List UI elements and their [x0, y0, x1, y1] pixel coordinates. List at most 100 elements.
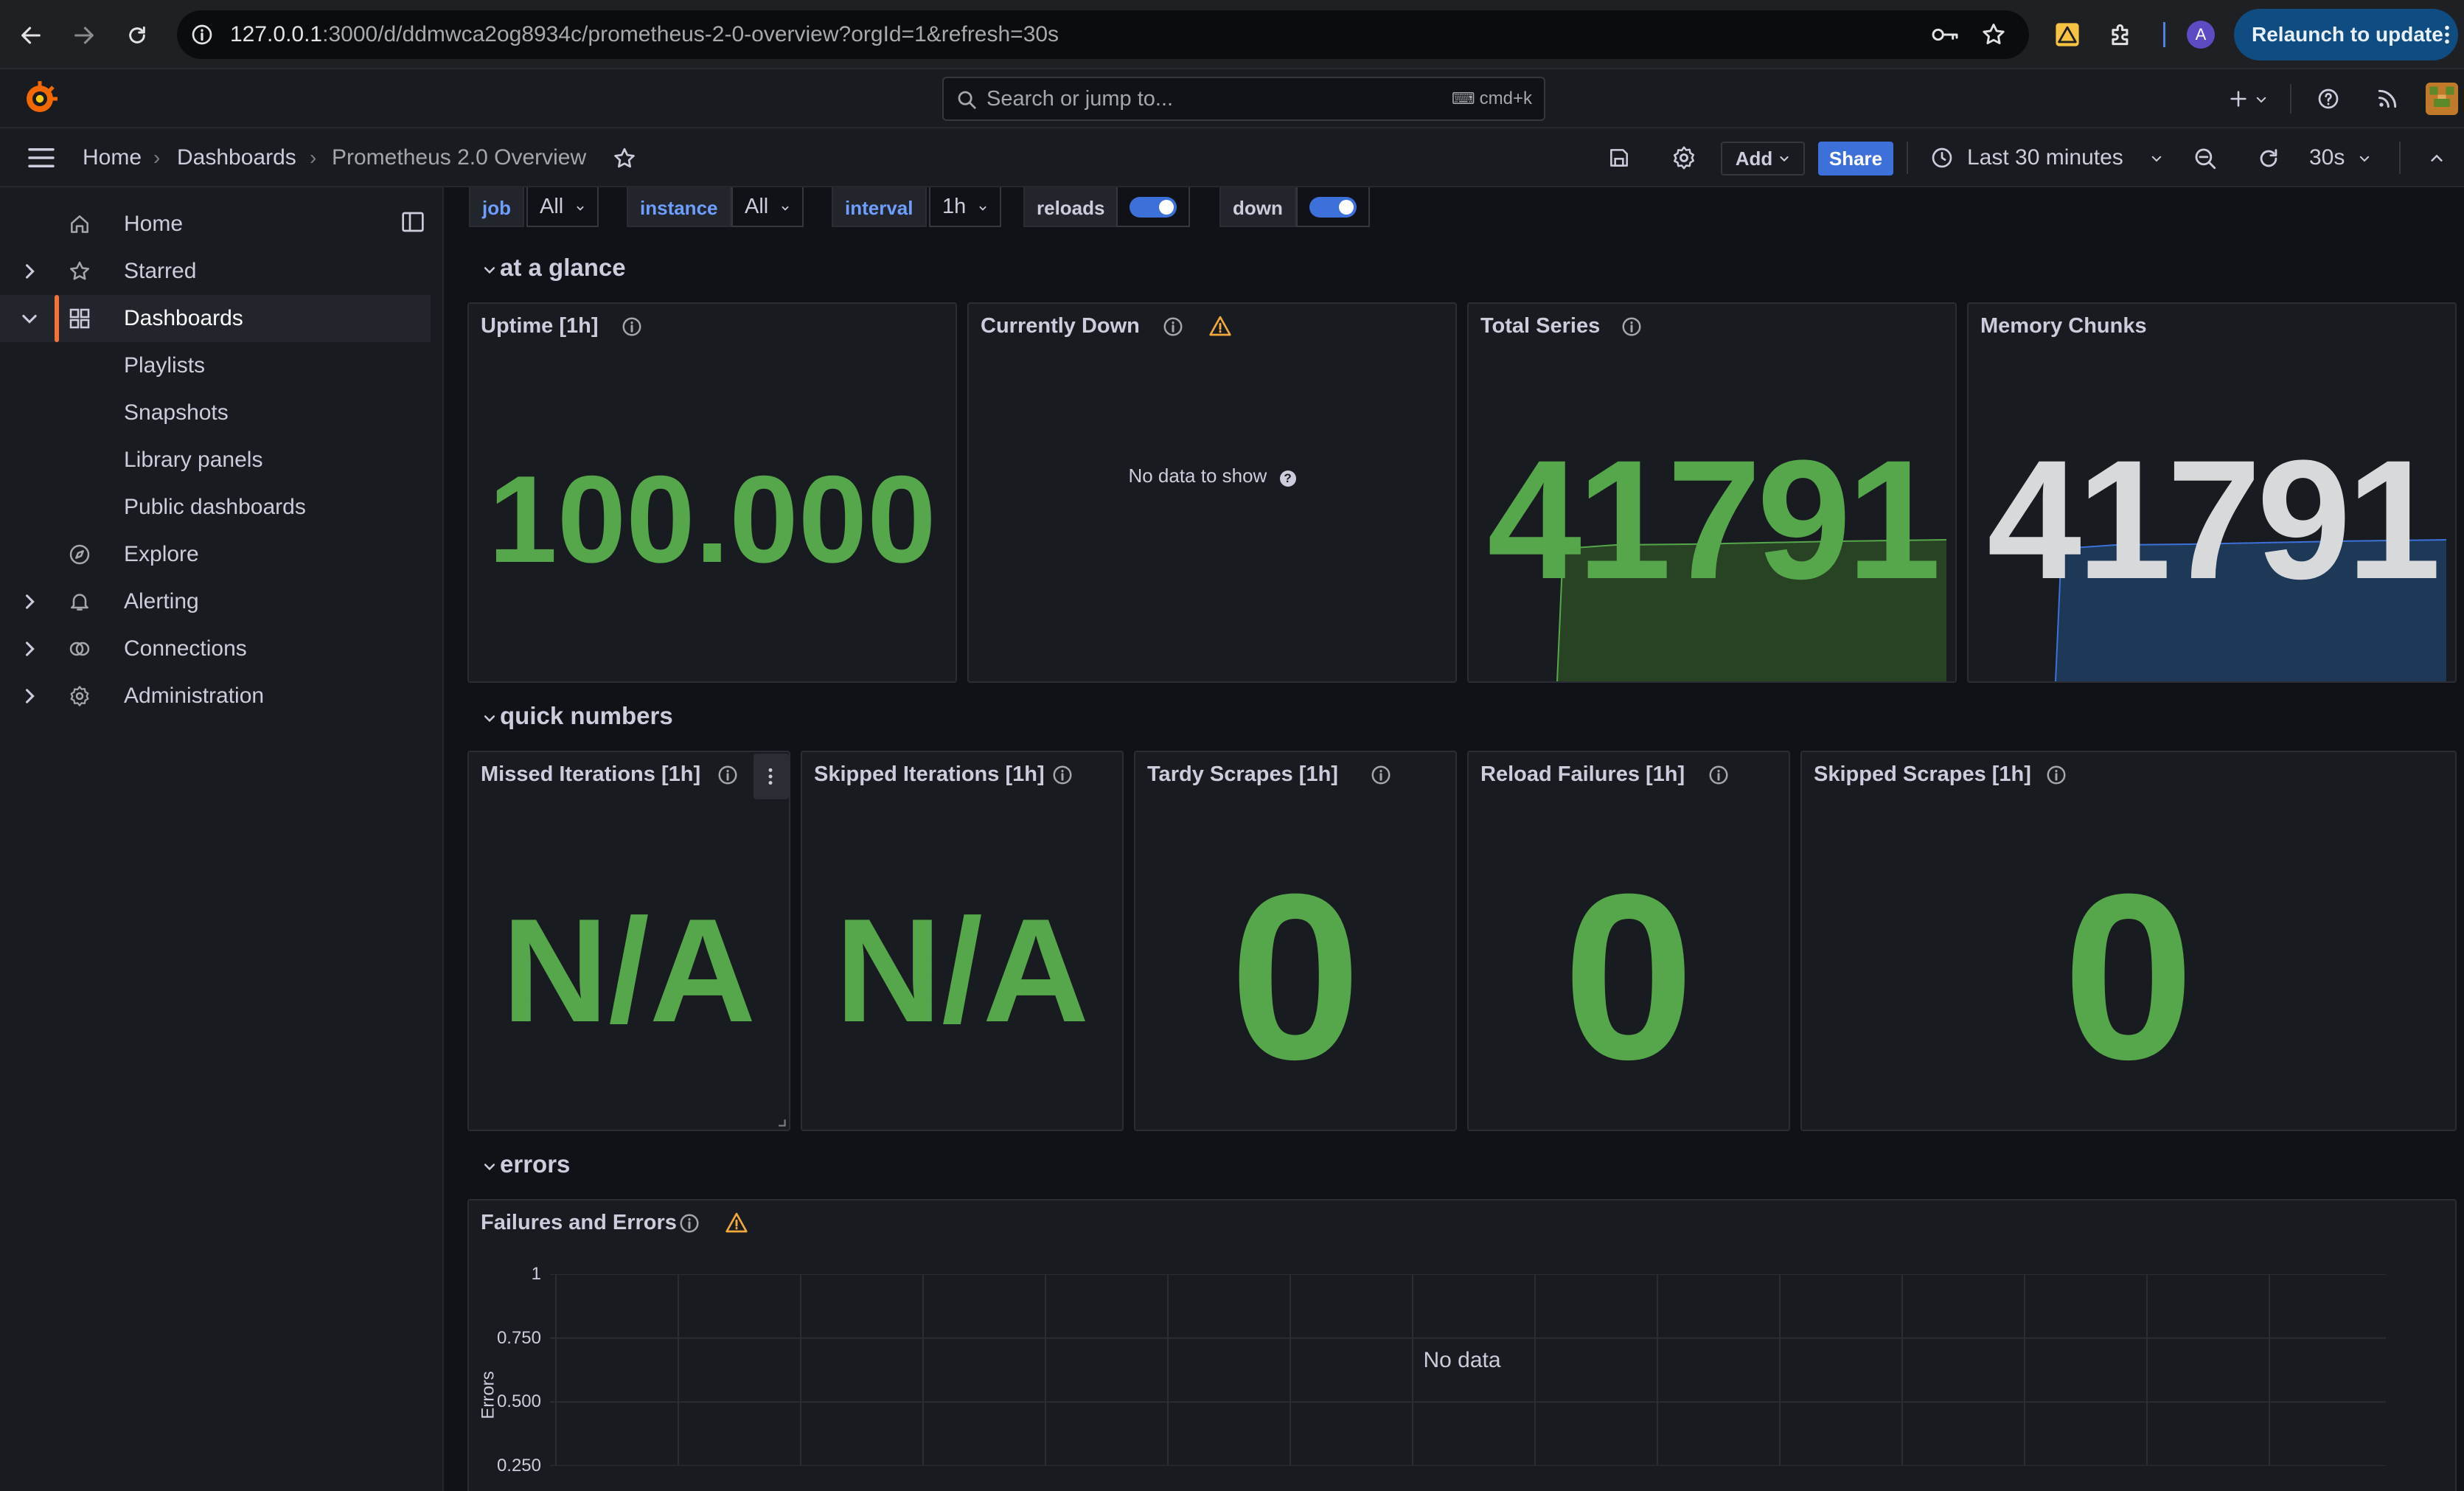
panel-menu-button[interactable]: [754, 754, 789, 799]
sidebar-item-label: Home: [124, 212, 184, 236]
sidebar-item-label: Explore: [124, 542, 199, 566]
profile-avatar[interactable]: A: [2187, 21, 2215, 49]
sidebar-item-starred[interactable]: Starred: [0, 248, 431, 295]
zoom-out-icon[interactable]: [2193, 146, 2218, 171]
sidebar-item-label: Playlists: [124, 353, 206, 378]
panel-skipped-iterations[interactable]: Skipped Iterations [1h] N/A: [801, 751, 1124, 1131]
info-icon[interactable]: [1370, 764, 1392, 786]
chevron-down-icon[interactable]: [19, 308, 40, 329]
resize-handle-icon[interactable]: [776, 1116, 786, 1127]
kebab-menu-icon: [2445, 25, 2449, 44]
breadcrumb-current: Prometheus 2.0 Overview: [332, 145, 587, 170]
chevron-right-icon[interactable]: [19, 686, 40, 706]
grafana-logo-icon[interactable]: [22, 81, 58, 117]
help-icon[interactable]: [2317, 87, 2340, 111]
panel-reload-failures[interactable]: Reload Failures [1h] 0: [1467, 751, 1790, 1131]
breadcrumb-separator-icon: ›: [310, 146, 317, 169]
down-toggle[interactable]: [1296, 187, 1370, 227]
chevron-down-icon: [782, 206, 789, 211]
sidebar-item-home[interactable]: Home: [0, 201, 431, 248]
panel-memory-chunks[interactable]: Memory Chunks 41791: [1967, 302, 2457, 683]
warning-icon[interactable]: [1208, 314, 1233, 338]
extension-warning-icon[interactable]: [2054, 22, 2081, 47]
variable-down-label: down: [1219, 187, 1296, 227]
sidebar-item-dashboards[interactable]: Dashboards: [0, 295, 431, 342]
sidebar-item-administration[interactable]: Administration: [0, 672, 431, 720]
toolbar-divider: [1907, 142, 1908, 174]
forward-button[interactable]: [65, 16, 103, 55]
info-icon[interactable]: [717, 764, 739, 786]
chevron-down-icon: [484, 1164, 495, 1171]
menu-toggle-icon[interactable]: [27, 146, 56, 170]
search-input[interactable]: Search or jump to... ⌨ cmd+k: [942, 77, 1545, 121]
sidebar-item-playlists[interactable]: Playlists: [0, 342, 431, 389]
address-bar[interactable]: 127.0.0.1:3000/d/ddmwca2og8934c/promethe…: [177, 10, 2029, 59]
breadcrumb-dashboards[interactable]: Dashboards: [177, 128, 296, 187]
reload-button[interactable]: [118, 16, 156, 55]
panel-uptime[interactable]: Uptime [1h] 100.000: [467, 302, 957, 683]
panel-missed-iterations[interactable]: Missed Iterations [1h] N/A: [467, 751, 790, 1131]
panel-failures-and-errors[interactable]: Failures and Errors Errors 1 0.750 0.500 0.…: [467, 1199, 2457, 1491]
star-dashboard-icon[interactable]: [612, 146, 637, 171]
chevron-up-icon[interactable]: [2429, 150, 2445, 167]
avatar-pattern-icon: [2429, 86, 2454, 107]
chevron-down-icon: [2151, 156, 2162, 162]
sidebar-item-public-dashboards[interactable]: Public dashboards: [0, 484, 431, 531]
search-shortcut-text: cmd+k: [1479, 88, 1532, 108]
grid-icon: [69, 308, 90, 329]
breadcrumb-bar: Home › Dashboards › Prometheus 2.0 Overv…: [0, 128, 2464, 187]
key-icon[interactable]: [1930, 23, 1960, 46]
refresh-interval-picker[interactable]: 30s: [2303, 139, 2377, 177]
share-label: Share: [1828, 147, 1883, 170]
user-avatar[interactable]: [2426, 83, 2458, 115]
dashboard-settings-icon[interactable]: [1671, 145, 1697, 171]
bookmark-star-icon[interactable]: [1980, 21, 2007, 48]
clock-icon: [1932, 147, 1952, 168]
refresh-interval-label: 30s: [2309, 145, 2345, 170]
chevron-right-icon[interactable]: [19, 639, 40, 659]
sidebar-item-library-panels[interactable]: Library panels: [0, 437, 431, 484]
variable-reloads-label: reloads: [1023, 187, 1118, 227]
reloads-toggle[interactable]: [1116, 187, 1190, 227]
url-path: :3000/d/ddmwca2og8934c/prometheus-2-0-ov…: [322, 22, 1059, 46]
save-dashboard-icon[interactable]: [1607, 146, 1631, 170]
variable-interval-select[interactable]: 1h: [929, 187, 1002, 227]
variable-instance-select[interactable]: All: [731, 187, 804, 227]
relaunch-button[interactable]: Relaunch to update: [2234, 9, 2458, 60]
warning-icon[interactable]: [724, 1211, 749, 1234]
info-icon[interactable]: [678, 1212, 700, 1234]
info-icon[interactable]: [621, 316, 643, 338]
panel-skipped-scrapes[interactable]: Skipped Scrapes [1h] 0: [1800, 751, 2457, 1131]
row-title: quick numbers: [500, 702, 673, 729]
sidebar-item-snapshots[interactable]: Snapshots: [0, 389, 431, 437]
chevron-right-icon[interactable]: [19, 261, 40, 282]
info-icon[interactable]: [1621, 316, 1643, 338]
breadcrumb-home[interactable]: Home: [83, 128, 142, 187]
grafana-top-bar: Search or jump to... ⌨ cmd+k: [0, 69, 2464, 128]
add-button[interactable]: Add: [1721, 142, 1805, 175]
question-icon[interactable]: ?: [1279, 470, 1296, 487]
rss-news-icon[interactable]: [2376, 87, 2399, 111]
sidebar-item-connections[interactable]: Connections: [0, 625, 431, 672]
connections-icon: [69, 642, 90, 656]
variable-job-select[interactable]: All: [526, 187, 599, 227]
back-button[interactable]: [12, 16, 50, 55]
refresh-icon[interactable]: [2256, 146, 2281, 171]
add-label: Add: [1735, 147, 1773, 170]
sidebar-item-explore[interactable]: Explore: [0, 531, 431, 578]
info-icon[interactable]: [1051, 764, 1073, 786]
time-range-picker[interactable]: Last 30 minutes: [1927, 139, 2169, 177]
panel-tardy-scrapes[interactable]: Tardy Scrapes [1h] 0: [1134, 751, 1457, 1131]
panel-total-series[interactable]: Total Series 41791: [1467, 302, 1957, 683]
sidebar-item-alerting[interactable]: Alerting: [0, 578, 431, 625]
info-icon[interactable]: [1162, 316, 1184, 338]
chevron-right-icon[interactable]: [19, 591, 40, 612]
panel-currently-down[interactable]: Currently Down No data to show ?: [967, 302, 1457, 683]
info-icon[interactable]: [1708, 764, 1730, 786]
share-button[interactable]: Share: [1818, 142, 1893, 175]
stat-value: 0: [1563, 844, 1694, 1108]
new-menu-button[interactable]: [2225, 81, 2274, 117]
extensions-puzzle-icon[interactable]: [2107, 21, 2135, 49]
time-range-label: Last 30 minutes: [1967, 145, 2123, 170]
info-icon[interactable]: [2045, 764, 2067, 786]
